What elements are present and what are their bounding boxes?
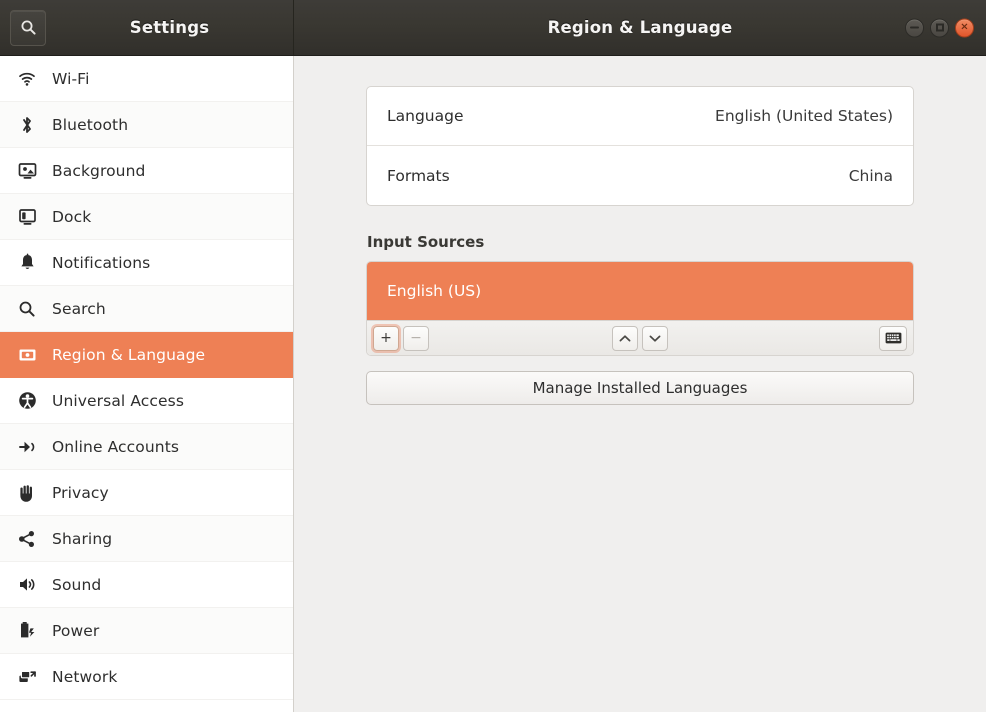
accessibility-icon — [16, 390, 38, 412]
content-area: Language English (United States) Formats… — [294, 56, 986, 712]
sidebar-item-sound[interactable]: Sound — [0, 562, 293, 608]
titlebar: Settings Region & Language × — [0, 0, 986, 56]
sidebar-item-privacy[interactable]: Privacy — [0, 470, 293, 516]
window-controls: × — [905, 18, 974, 37]
language-value: English (United States) — [715, 107, 893, 125]
sidebar-item-label: Online Accounts — [52, 437, 180, 456]
move-down-button[interactable] — [642, 325, 668, 351]
keyboard-icon — [885, 332, 901, 344]
formats-label: Formats — [387, 166, 450, 185]
sidebar-item-label: Notifications — [52, 253, 151, 272]
sidebar-item-sharing[interactable]: Sharing — [0, 516, 293, 562]
app-title: Settings — [129, 18, 210, 37]
content-inner: Language English (United States) Formats… — [366, 86, 914, 405]
sidebar-item-region-language[interactable]: Region & Language — [0, 332, 293, 378]
sidebar-item-network[interactable]: Network — [0, 654, 293, 700]
sidebar-item-label: Bluetooth — [52, 115, 129, 134]
power-battery-icon — [16, 620, 38, 642]
sidebar-item-label: Dock — [52, 207, 92, 226]
formats-row[interactable]: Formats China — [367, 146, 913, 205]
sidebar-item-label: Search — [52, 299, 106, 318]
close-button[interactable]: × — [955, 18, 974, 37]
keyboard-preview-group — [879, 325, 907, 351]
sidebar-item-label: Universal Access — [52, 391, 185, 410]
page-title: Region & Language — [547, 18, 733, 37]
titlebar-main-section: Region & Language × — [294, 0, 986, 55]
language-label: Language — [387, 107, 464, 125]
sidebar-item-label: Sound — [52, 575, 102, 594]
input-sources-heading: Input Sources — [367, 233, 485, 251]
remove-input-source-button[interactable]: − — [403, 325, 429, 351]
titlebar-sidebar-section: Settings — [0, 0, 294, 55]
region-language-icon — [16, 344, 38, 366]
sidebar-item-label: Wi-Fi — [52, 69, 90, 88]
network-icon — [16, 666, 38, 688]
add-remove-group: + − — [373, 325, 429, 351]
online-accounts-icon — [16, 436, 38, 458]
move-up-button[interactable] — [612, 325, 638, 351]
sidebar-item-label: Sharing — [52, 529, 113, 548]
speaker-icon — [16, 574, 38, 596]
sidebar[interactable]: Wi-Fi Bluetooth Background Dock Notifica… — [0, 56, 294, 712]
sidebar-item-background[interactable]: Background — [0, 148, 293, 194]
minimize-icon — [910, 26, 919, 29]
reorder-group — [612, 325, 668, 351]
dock-icon — [16, 206, 38, 228]
search-icon — [16, 298, 38, 320]
search-button[interactable] — [10, 9, 46, 46]
sidebar-item-label: Power — [52, 621, 100, 640]
minus-icon: − — [410, 330, 422, 346]
minimize-button[interactable] — [905, 18, 924, 37]
chevron-up-icon — [619, 334, 631, 341]
chevron-down-icon — [649, 335, 661, 342]
sidebar-item-search[interactable]: Search — [0, 286, 293, 332]
sidebar-item-power[interactable]: Power — [0, 608, 293, 654]
window-body: Wi-Fi Bluetooth Background Dock Notifica… — [0, 56, 986, 712]
language-row[interactable]: Language English (United States) — [367, 87, 913, 146]
privacy-hand-icon — [16, 482, 38, 504]
sidebar-item-universal-access[interactable]: Universal Access — [0, 378, 293, 424]
maximize-button[interactable] — [930, 18, 949, 37]
input-source-item-english-us[interactable]: English (US) — [367, 262, 913, 320]
maximize-icon — [935, 23, 944, 32]
show-keyboard-layout-button[interactable] — [879, 325, 907, 351]
sidebar-item-label: Region & Language — [52, 345, 206, 364]
sidebar-item-wifi[interactable]: Wi-Fi — [0, 56, 293, 102]
sidebar-item-notifications[interactable]: Notifications — [0, 240, 293, 286]
sidebar-item-label: Network — [52, 667, 118, 686]
bell-icon — [16, 252, 38, 274]
region-settings-card: Language English (United States) Formats… — [366, 86, 914, 206]
share-icon — [16, 528, 38, 550]
sidebar-item-label: Privacy — [52, 483, 109, 502]
wifi-icon — [16, 68, 38, 90]
close-icon: × — [960, 21, 969, 33]
manage-installed-languages-label: Manage Installed Languages — [532, 379, 748, 397]
search-icon — [21, 20, 36, 35]
sidebar-item-dock[interactable]: Dock — [0, 194, 293, 240]
plus-icon: + — [380, 330, 392, 346]
settings-window: Settings Region & Language × Wi-Fi Bluet… — [0, 0, 986, 712]
manage-installed-languages-button[interactable]: Manage Installed Languages — [366, 371, 914, 405]
add-input-source-button[interactable]: + — [373, 325, 399, 351]
bluetooth-icon — [16, 114, 38, 136]
formats-value: China — [848, 166, 893, 185]
input-sources-frame: English (US) + − — [366, 261, 914, 356]
sidebar-item-online-accounts[interactable]: Online Accounts — [0, 424, 293, 470]
sidebar-item-bluetooth[interactable]: Bluetooth — [0, 102, 293, 148]
input-source-label: English (US) — [387, 282, 482, 300]
sidebar-item-label: Background — [52, 161, 146, 180]
background-icon — [16, 160, 38, 182]
input-sources-toolbar: + − — [367, 320, 913, 355]
